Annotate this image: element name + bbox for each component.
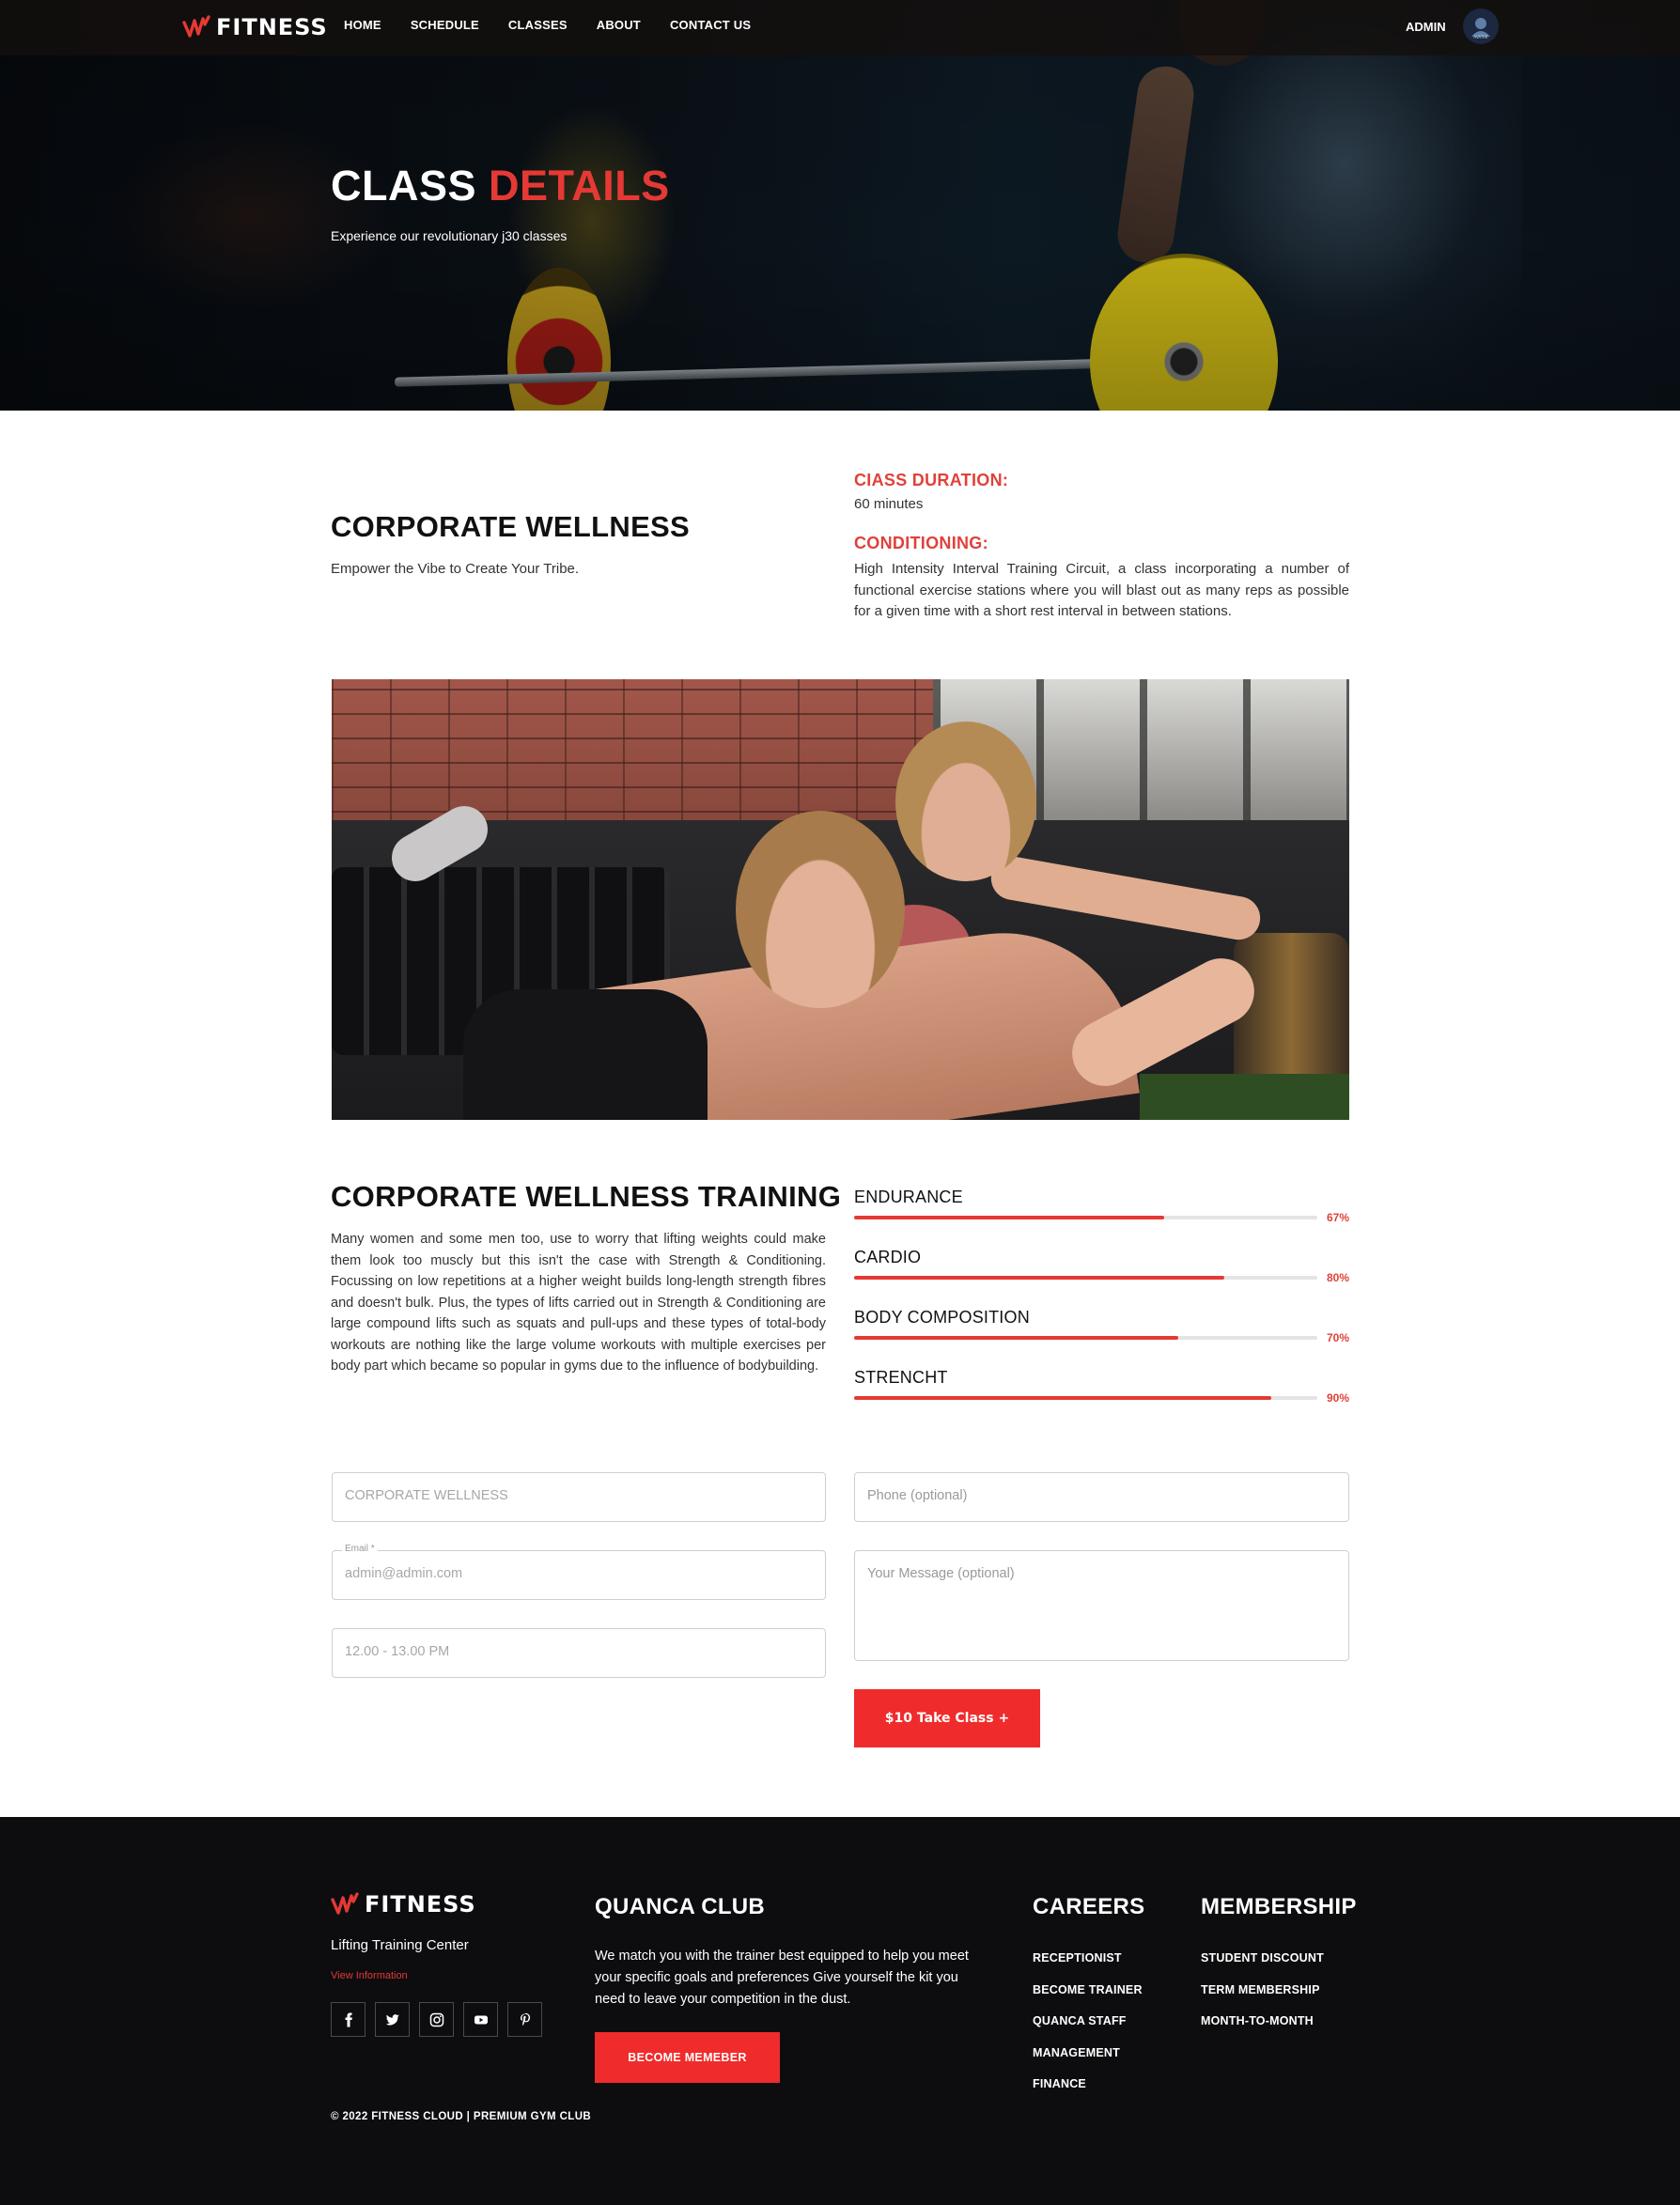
skill-bar-cardio: CARDIO 80% bbox=[854, 1248, 1349, 1295]
page-subtitle: Experience our revolutionary j30 classes bbox=[331, 228, 568, 243]
skill-name: STRENCHT bbox=[854, 1368, 948, 1387]
footer-logo-text: FITNESS bbox=[365, 1891, 476, 1918]
skill-bar-strength: STRENCHT 90% bbox=[854, 1368, 1349, 1415]
careers-link-quanca-staff[interactable]: QUANCA STAFF bbox=[1033, 2014, 1127, 2027]
facebook-icon bbox=[345, 2012, 352, 2026]
nav-classes[interactable]: CLASSES bbox=[508, 18, 568, 32]
twitter-button[interactable] bbox=[375, 2002, 410, 2037]
hero-overlay bbox=[0, 0, 1680, 411]
careers-link-management[interactable]: MANAGEMENT bbox=[1033, 2046, 1120, 2059]
title-red: DETAILS bbox=[489, 162, 670, 210]
careers-link-finance[interactable]: FINANCE bbox=[1033, 2077, 1086, 2090]
copyright: © 2022 FITNESS CLOUD | PREMIUM GYM CLUB bbox=[331, 2111, 592, 2122]
phone-placeholder: Phone (optional) bbox=[867, 1488, 968, 1503]
membership-link-student-discount[interactable]: STUDENT DISCOUNT bbox=[1201, 1951, 1324, 1964]
nav-schedule[interactable]: SCHEDULE bbox=[411, 18, 479, 32]
facebook-button[interactable] bbox=[331, 2002, 366, 2037]
youtube-button[interactable] bbox=[463, 2002, 498, 2037]
training-title: CORPORATE WELLNESS TRAINING bbox=[331, 1180, 842, 1213]
message-field[interactable]: Your Message (optional) bbox=[854, 1550, 1349, 1661]
club-text-line: your specific goals and preferences Give… bbox=[595, 1970, 958, 1985]
nav-home[interactable]: HOME bbox=[344, 18, 381, 32]
conditioning-label: CONDITIONING: bbox=[854, 534, 988, 552]
skill-track bbox=[854, 1276, 1317, 1280]
skill-bar-endurance: ENDURANCE 67% bbox=[854, 1188, 1349, 1234]
top-navigation-bar: FITNESS HOME SCHEDULE CLASSES ABOUT CONT… bbox=[0, 0, 1680, 55]
nav-contact-us[interactable]: CONTACT US bbox=[670, 18, 751, 32]
email-legend: Email * bbox=[342, 1544, 378, 1554]
hero-banner: CLASS DETAILS Experience our revolutiona… bbox=[0, 0, 1680, 411]
duration-value: 60 minutes bbox=[854, 496, 924, 512]
careers-link-receptionist[interactable]: RECEPTIONIST bbox=[1033, 1951, 1122, 1964]
time-field[interactable]: 12.00 - 13.00 PM bbox=[332, 1628, 826, 1678]
pinterest-icon bbox=[520, 2012, 530, 2026]
skill-percent: 67% bbox=[1326, 1211, 1349, 1224]
avatar-text: AVATAR bbox=[1473, 35, 1487, 39]
skill-track bbox=[854, 1216, 1317, 1219]
instagram-icon bbox=[429, 2012, 443, 2026]
logo-link[interactable]: FITNESS bbox=[182, 13, 328, 41]
skill-percent: 80% bbox=[1326, 1271, 1349, 1284]
become-member-button[interactable]: BECOME MEMEBER bbox=[595, 2032, 780, 2083]
membership-link-month-to-month[interactable]: MONTH-TO-MONTH bbox=[1201, 2014, 1314, 2027]
class-title: CORPORATE WELLNESS bbox=[331, 510, 691, 543]
twitter-icon bbox=[385, 2013, 399, 2025]
take-class-button[interactable]: $10 Take Class + bbox=[854, 1689, 1040, 1747]
skill-name: CARDIO bbox=[854, 1248, 922, 1266]
class-name-field[interactable]: CORPORATE WELLNESS bbox=[332, 1472, 826, 1522]
membership-link-term-membership[interactable]: TERM MEMBERSHIP bbox=[1201, 1983, 1320, 1996]
skill-fill bbox=[854, 1396, 1271, 1400]
center-name: Lifting Training Center bbox=[331, 1937, 469, 1953]
pinterest-button[interactable] bbox=[507, 2002, 542, 2037]
footer bbox=[0, 1817, 1680, 2205]
class-name-value: CORPORATE WELLNESS bbox=[345, 1488, 508, 1503]
careers-link-become-trainer[interactable]: BECOME TRAINER bbox=[1033, 1983, 1143, 1996]
skill-percent: 90% bbox=[1326, 1391, 1349, 1405]
skill-bar-body-composition: BODY COMPOSITION 70% bbox=[854, 1308, 1349, 1355]
skill-fill bbox=[854, 1216, 1165, 1219]
skill-track bbox=[854, 1396, 1317, 1400]
time-value: 12.00 - 13.00 PM bbox=[345, 1644, 450, 1659]
membership-title: MEMBERSHIP bbox=[1201, 1894, 1357, 1919]
skill-track bbox=[854, 1336, 1317, 1340]
conditioning-text: High Intensity Interval Training Circuit… bbox=[854, 561, 1349, 619]
footer-logo-link[interactable]: FITNESS bbox=[331, 1890, 476, 1918]
logo-icon bbox=[331, 1892, 359, 1915]
club-text-line: need to leave your competition in the du… bbox=[595, 1992, 851, 2007]
view-information-link[interactable]: View Information bbox=[331, 1970, 408, 1981]
class-photo bbox=[332, 679, 1349, 1120]
instagram-button[interactable] bbox=[419, 2002, 454, 2037]
youtube-icon bbox=[474, 2015, 488, 2024]
sports-top-image bbox=[463, 989, 708, 1120]
email-value: admin@admin.com bbox=[345, 1566, 463, 1581]
careers-title: CAREERS bbox=[1033, 1894, 1145, 1919]
club-text-line: We match you with the trainer best equip… bbox=[595, 1949, 969, 1964]
skill-name: BODY COMPOSITION bbox=[854, 1308, 1030, 1327]
logo-text: FITNESS bbox=[216, 14, 328, 40]
skill-fill bbox=[854, 1336, 1179, 1340]
message-placeholder: Your Message (optional) bbox=[867, 1566, 1015, 1581]
training-text: Many women and some men too, use to worr… bbox=[331, 1232, 826, 1374]
skill-name: ENDURANCE bbox=[854, 1188, 963, 1206]
skill-percent: 70% bbox=[1326, 1331, 1349, 1344]
avatar-icon: AVATAR bbox=[1471, 18, 1490, 39]
logo-icon bbox=[182, 15, 210, 38]
page-title: CLASS DETAILS bbox=[331, 162, 670, 210]
woman-head-image bbox=[736, 811, 905, 1008]
turf-image bbox=[1140, 1074, 1349, 1120]
skill-fill bbox=[854, 1276, 1225, 1280]
avatar[interactable]: AVATAR bbox=[1463, 8, 1499, 44]
title-white: CLASS bbox=[331, 162, 477, 210]
duration-label: CIASS DURATION: bbox=[854, 471, 1009, 489]
club-title: QUANCA CLUB bbox=[595, 1894, 766, 1919]
email-field[interactable]: Email * admin@admin.com bbox=[332, 1544, 826, 1600]
main-nav: HOME SCHEDULE CLASSES ABOUT CONTACT US bbox=[344, 18, 780, 32]
phone-field[interactable]: Phone (optional) bbox=[854, 1472, 1349, 1522]
class-tagline: Empower the Vibe to Create Your Tribe. bbox=[331, 561, 580, 577]
admin-link[interactable]: ADMIN bbox=[1406, 20, 1446, 34]
nav-about[interactable]: ABOUT bbox=[597, 18, 641, 32]
woman-head-image bbox=[895, 722, 1036, 881]
